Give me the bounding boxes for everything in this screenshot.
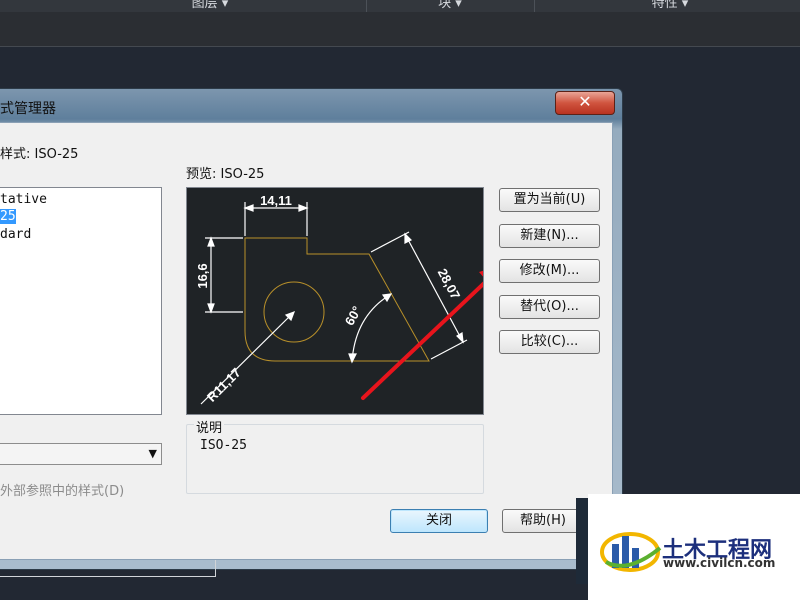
dim-text-radius: R11,17 (204, 365, 244, 405)
dim-text-top: 14,11 (260, 193, 292, 208)
ribbon: 图层 ▾ 块 ▾ 特性 ▾ (0, 0, 800, 47)
watermark-url: www.civilcn.com (663, 556, 776, 570)
description-value: ISO-25 (200, 438, 247, 453)
style-preview: 14,11 16,6 28,07 60° R11,17 (186, 187, 505, 415)
preview-label: 预览: ISO-25 (186, 167, 265, 182)
background-frame-line (0, 576, 216, 577)
xref-styles-checkbox-label[interactable]: 外部参照中的样式(D) (0, 480, 124, 499)
modify-style-button[interactable]: 修改(M)... (499, 259, 600, 283)
styles-list[interactable]: tative 25 dard (0, 187, 162, 415)
dim-text-angle: 60° (342, 303, 365, 328)
style-list-item-selected[interactable]: 25 (0, 209, 16, 224)
ribbon-panel-properties[interactable]: 特性 ▾ (540, 0, 800, 12)
annotation-arrow (361, 264, 505, 400)
current-style-label: 样式: ISO-25 (0, 147, 79, 162)
override-style-button[interactable]: 替代(O)... (499, 295, 600, 319)
style-list-item[interactable]: dard (0, 227, 31, 242)
close-icon: ✕ (578, 92, 592, 111)
ribbon-panel-titles: 图层 ▾ 块 ▾ 特性 ▾ (0, 0, 800, 12)
ribbon-panel-blocks[interactable]: 块 ▾ (370, 0, 530, 12)
description-legend: 说明 (194, 417, 225, 436)
compare-style-button[interactable]: 比较(C)... (499, 330, 600, 354)
new-style-button[interactable]: 新建(N)... (499, 224, 600, 248)
list-filter-select[interactable]: ▼ (0, 443, 162, 465)
description-group (186, 424, 484, 494)
ribbon-separator (366, 0, 367, 12)
ribbon-panel-layers[interactable]: 图层 ▾ (120, 0, 300, 12)
object-outline (244, 237, 430, 362)
dialog-title: 式管理器 (0, 101, 56, 117)
style-list-item[interactable]: tative (0, 192, 47, 207)
background-frame-line (215, 560, 216, 577)
dim-text-left: 16,6 (195, 263, 210, 288)
ribbon-separator (534, 0, 535, 12)
watermark-shadow (576, 498, 588, 584)
close-button[interactable]: 关闭 (390, 509, 488, 533)
chevron-down-icon: ▼ (148, 447, 157, 460)
dialog-close-button[interactable]: ✕ (555, 91, 615, 115)
watermark-logo-icon (600, 532, 662, 572)
preview-drawing: 14,11 16,6 28,07 60° R11,17 (195, 193, 505, 405)
set-current-button[interactable]: 置为当前(U) (499, 188, 600, 212)
help-button[interactable]: 帮助(H) (502, 509, 584, 533)
ribbon-bar (0, 12, 800, 47)
